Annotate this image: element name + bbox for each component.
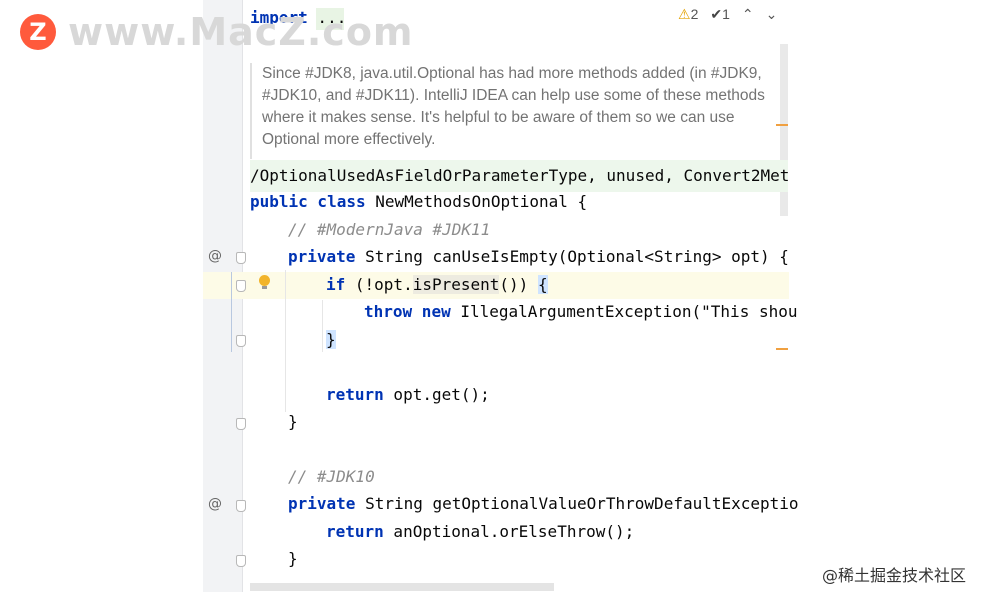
lightbulb-icon[interactable] [258,275,271,290]
scope-indicator [231,272,232,352]
throw-keyword: throw [364,302,413,321]
method-signature: String canUseIsEmpty(Optional<String> op… [355,247,789,266]
fold-marker-icon[interactable] [236,252,246,264]
return-keyword: return [326,522,384,541]
warnings-counter[interactable]: ⚠2 [678,6,698,23]
previous-highlight-icon[interactable]: ⌃ [742,6,754,23]
override-marker-icon[interactable]: @ [208,248,222,264]
watermark-logo-icon: Z [20,14,56,50]
method-signature: String getOptionalValueOrThrowDefaultExc… [355,494,799,513]
watermark-text: www.MacZ.com [68,10,414,54]
fold-marker-icon[interactable] [236,280,246,292]
error-stripe-mark[interactable] [776,348,788,350]
class-keywords: public class [250,192,366,211]
inspection-widget[interactable]: ⚠2 ✔1 ⌃ ⌄ [678,6,777,23]
suppress-warnings-line[interactable]: /OptionalUsedAsFieldOrParameterType, unu… [250,160,788,192]
rendered-doc-comment: Since #JDK8, java.util.Optional has had … [250,63,788,159]
close-brace-highlight: } [326,330,336,349]
return-statement[interactable]: return anOptional.orElseThrow(); [326,522,634,541]
class-declaration[interactable]: public class NewMethodsOnOptional { [250,192,587,211]
horizontal-scrollbar[interactable] [250,583,554,591]
left-margin [0,0,203,600]
new-keyword: new [412,302,451,321]
weak-warnings-counter[interactable]: ✔1 [710,6,730,23]
open-brace-highlight: { [537,275,548,294]
fold-end-marker-icon[interactable] [236,418,246,430]
indent-guide [285,270,286,412]
class-name: NewMethodsOnOptional { [365,192,588,211]
private-keyword: private [288,247,356,266]
if-condition-end: ()) [499,275,538,294]
isPresent-call: isPresent [412,275,500,294]
indent-guide [322,300,323,352]
private-keyword: private [288,494,356,513]
throw-expression: IllegalArgumentException("This shou [450,302,798,321]
watermark: Z www.MacZ.com [20,10,414,54]
if-statement[interactable]: if (!opt.isPresent()) { [326,275,548,294]
return-keyword: return [326,385,384,404]
weak-warnings-count: 1 [722,6,730,22]
fold-end-marker-icon[interactable] [236,555,246,567]
warning-icon: ⚠ [678,6,691,22]
return-statement[interactable]: return opt.get(); [326,385,490,404]
method-close-brace[interactable]: } [288,412,298,431]
throw-statement[interactable]: throw new IllegalArgumentException("This… [364,302,797,321]
comment-modernjava: // #ModernJava #JDK11 [288,220,491,239]
if-close-brace[interactable]: } [326,330,336,349]
if-keyword: if [326,275,346,294]
override-marker-icon[interactable]: @ [208,496,222,512]
return-expression: anOptional.orElseThrow(); [383,522,635,541]
if-condition: (!opt. [345,275,413,294]
source-credit: @稀土掘金技术社区 [822,566,967,585]
method-canUseIsEmpty[interactable]: private String canUseIsEmpty(Optional<St… [288,247,789,266]
method-getOptionalValue[interactable]: private String getOptionalValueOrThrowDe… [288,494,799,513]
comment-jdk10: // #JDK10 [288,467,375,486]
warnings-count: 2 [690,6,699,22]
check-icon: ✔ [710,6,723,22]
next-highlight-icon[interactable]: ⌄ [766,6,778,23]
method-close-brace[interactable]: } [288,549,298,568]
fold-marker-icon[interactable] [236,500,246,512]
return-expression: opt.get(); [383,385,490,404]
fold-end-marker-icon[interactable] [236,335,246,347]
